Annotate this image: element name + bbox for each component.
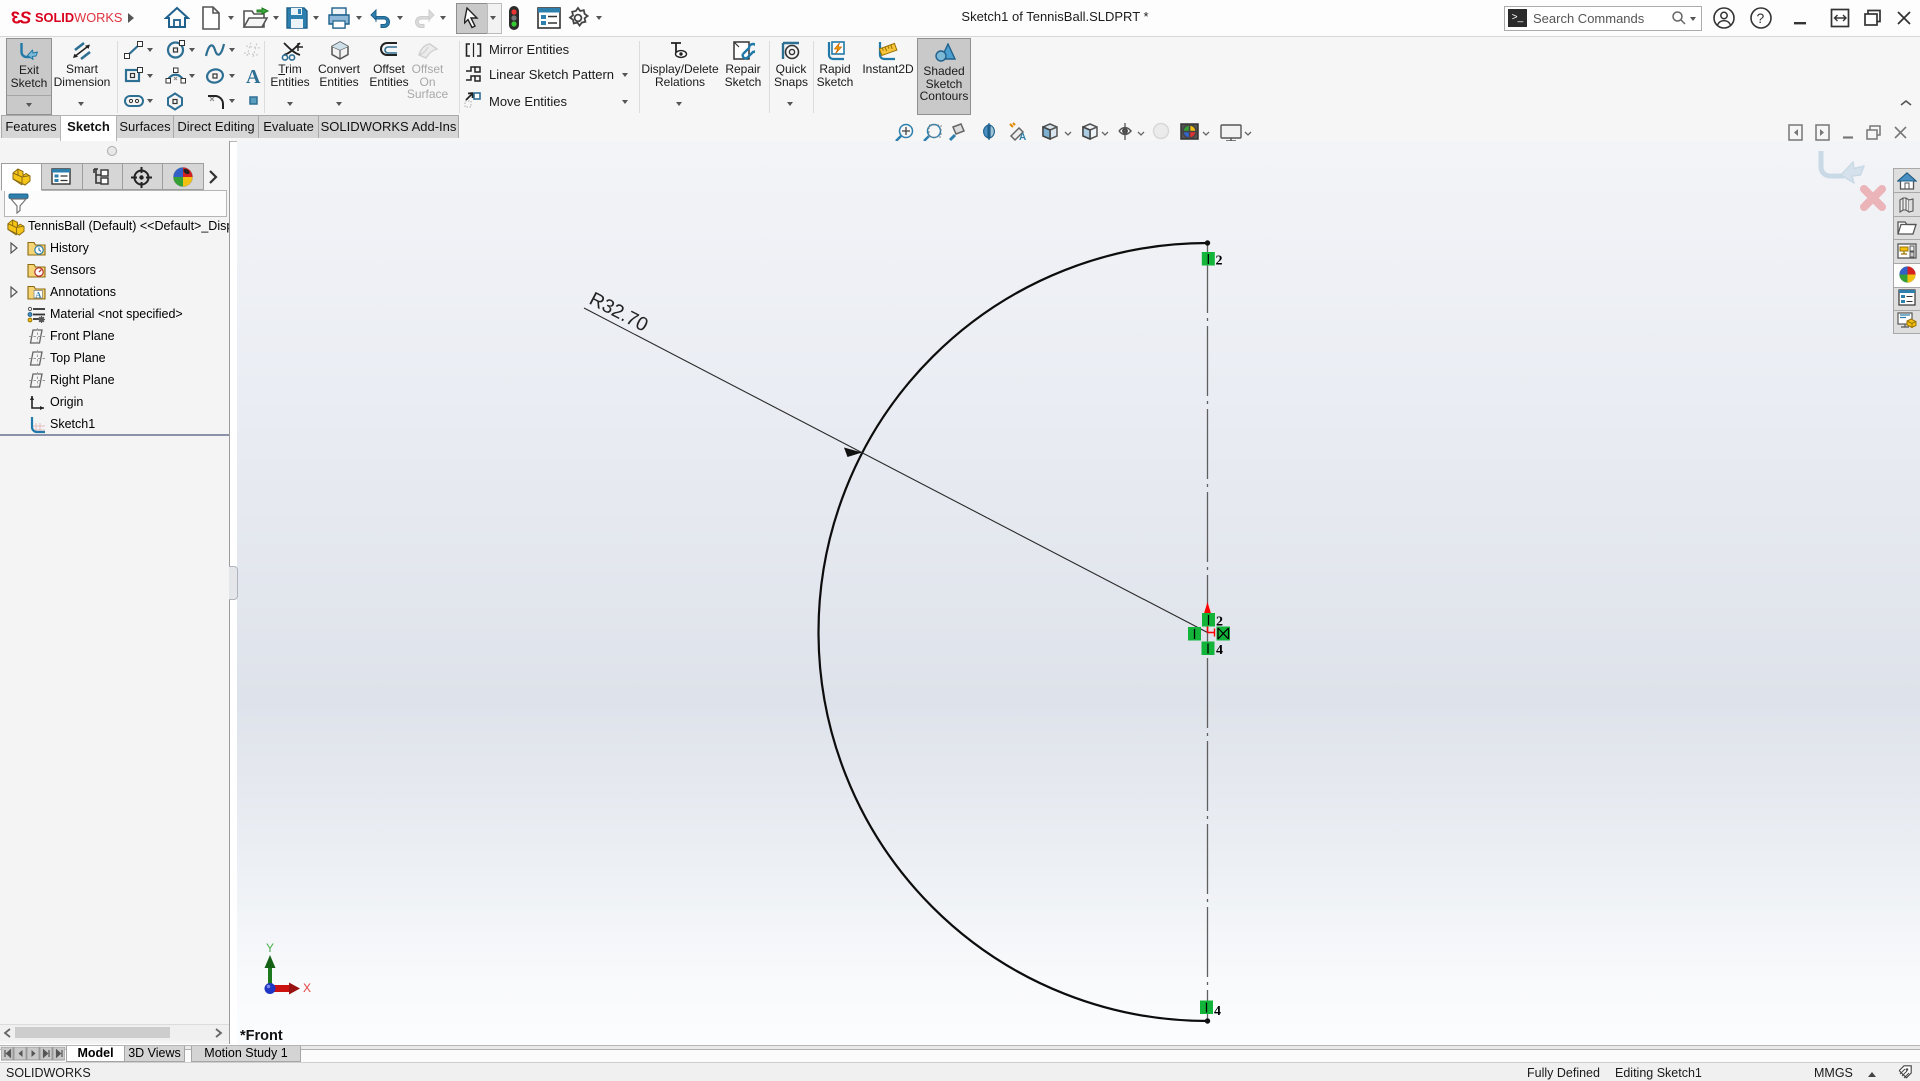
svg-text:S: S [20,8,32,28]
svg-text:4: 4 [1214,1004,1221,1019]
svg-text:2: 2 [1216,615,1223,630]
svg-text:A: A [246,66,261,86]
svg-text:*Front: *Front [240,1028,283,1044]
svg-text:X: X [303,981,311,995]
svg-text:?: ? [1757,10,1765,26]
svg-text:R32.70: R32.70 [586,288,652,337]
svg-text:Y: Y [266,941,274,955]
svg-text:2: 2 [1216,254,1223,269]
svg-text:SOLIDWORKS: SOLIDWORKS [35,10,122,25]
svg-text:4: 4 [1216,643,1223,658]
svg-text:A: A [35,289,42,299]
